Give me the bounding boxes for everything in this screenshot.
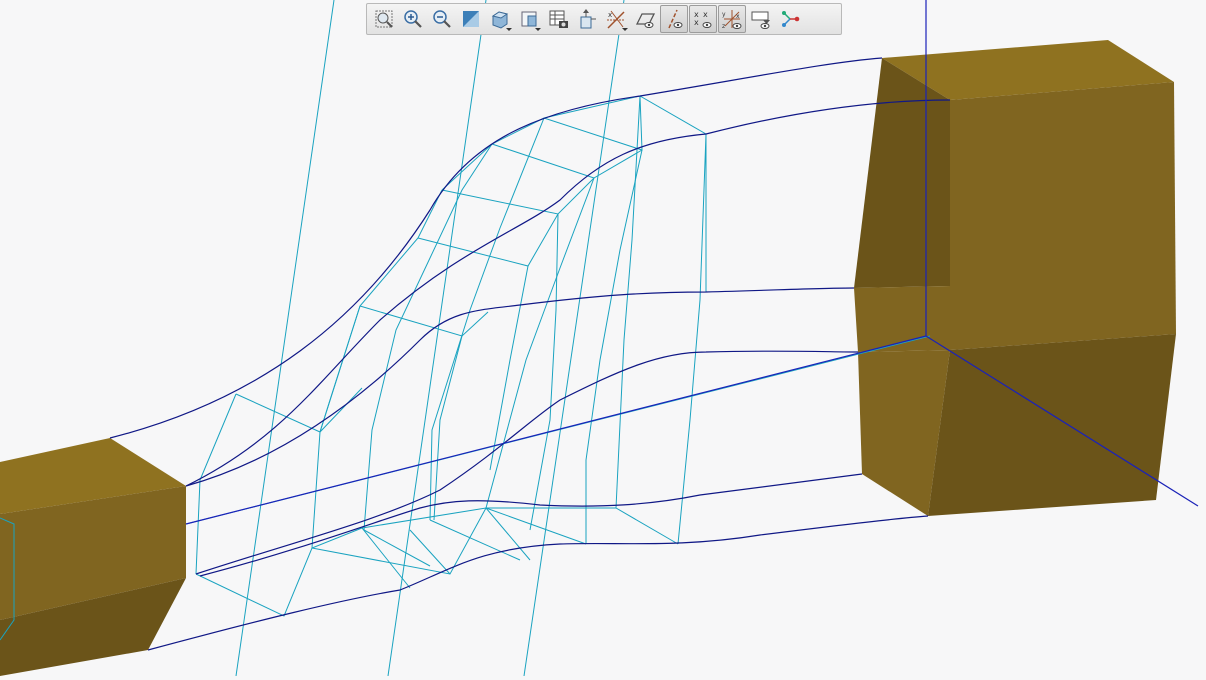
saved-orientations-icon bbox=[521, 11, 537, 27]
point-display-icon: x xx bbox=[694, 10, 712, 28]
datum-display-filters-icon: x bbox=[607, 10, 625, 29]
graphics-viewport[interactable] bbox=[0, 0, 1206, 677]
perspective-view-button[interactable] bbox=[573, 5, 601, 33]
repaint-icon bbox=[463, 11, 479, 27]
svg-text:x: x bbox=[608, 11, 612, 19]
display-style-button[interactable] bbox=[486, 5, 514, 33]
svg-text:y: y bbox=[722, 11, 726, 18]
zoom-in-icon bbox=[404, 10, 422, 28]
repaint-button[interactable] bbox=[457, 5, 485, 33]
right-block-front-face bbox=[950, 82, 1176, 350]
csys-display-button[interactable]: y x z bbox=[718, 5, 746, 33]
datum-axes[interactable] bbox=[185, 0, 931, 677]
svg-text:x: x bbox=[736, 13, 740, 20]
perspective-view-icon bbox=[580, 9, 596, 29]
plane-display-button[interactable] bbox=[631, 5, 659, 33]
view-manager-icon bbox=[549, 10, 568, 28]
axis-display-icon bbox=[668, 9, 683, 29]
right-solid-block[interactable] bbox=[854, 40, 1176, 516]
refit-icon bbox=[375, 10, 393, 28]
csys-display-icon: y x z bbox=[722, 10, 742, 30]
dropdown-arrow-icon[interactable] bbox=[535, 28, 541, 31]
spin-center-icon bbox=[782, 11, 800, 27]
datum-display-filters-button[interactable]: x bbox=[602, 5, 630, 33]
dropdown-arrow-icon[interactable] bbox=[622, 28, 628, 31]
refit-button[interactable] bbox=[370, 5, 398, 33]
right-block-left-face bbox=[854, 58, 950, 288]
dropdown-arrow-icon[interactable] bbox=[506, 28, 512, 31]
model-scene[interactable] bbox=[0, 0, 1206, 677]
plane-display-icon bbox=[635, 13, 656, 28]
display-style-icon bbox=[491, 11, 509, 29]
zoom-in-button[interactable] bbox=[399, 5, 427, 33]
right-block-lower-front-face bbox=[928, 334, 1176, 516]
boundary-curves bbox=[109, 57, 951, 651]
view-toolbar: xxxxyxz bbox=[366, 3, 842, 35]
point-display-button[interactable]: xxx bbox=[689, 5, 717, 33]
view-manager-button[interactable] bbox=[544, 5, 572, 33]
zoom-out-icon bbox=[433, 10, 451, 28]
spin-center-button[interactable] bbox=[776, 5, 804, 33]
svg-text:x: x bbox=[703, 10, 708, 19]
surface-mesh-wireframe bbox=[195, 95, 707, 617]
annotation-display-button[interactable] bbox=[747, 5, 775, 33]
svg-text:z: z bbox=[722, 23, 725, 30]
axis-display-button[interactable] bbox=[660, 5, 688, 33]
annotation-display-icon bbox=[751, 11, 770, 29]
svg-text:x: x bbox=[694, 18, 699, 27]
saved-orientations-button[interactable] bbox=[515, 5, 543, 33]
zoom-out-button[interactable] bbox=[428, 5, 456, 33]
left-solid-block[interactable] bbox=[0, 438, 186, 676]
